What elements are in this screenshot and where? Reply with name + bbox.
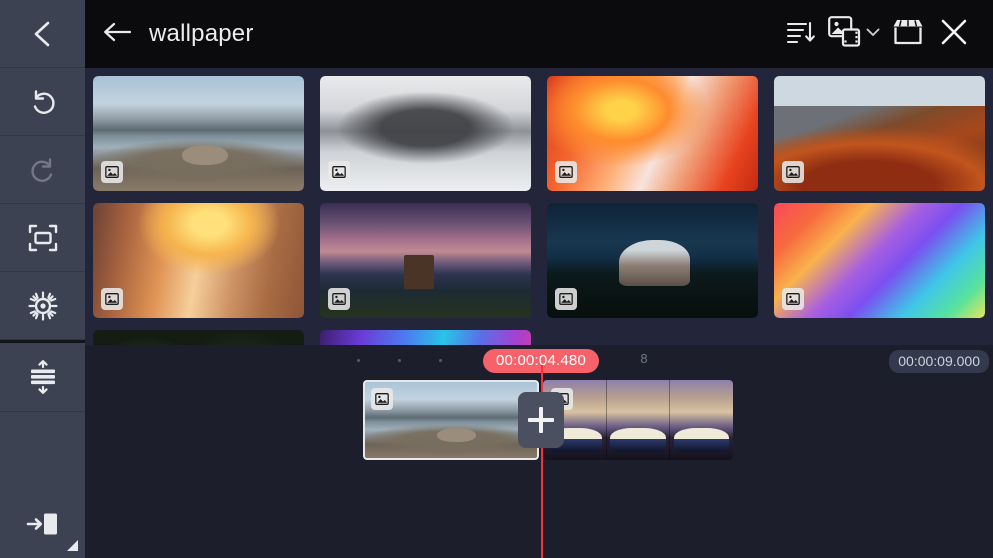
close-icon: [938, 16, 970, 53]
media-thumbnail: [547, 76, 758, 191]
main-column: wallpaper: [85, 0, 993, 558]
ruler-tick: [357, 359, 360, 362]
timeline-clip-mountain-lake[interactable]: [363, 380, 539, 460]
undo-icon: [27, 86, 59, 118]
media-half-dome[interactable]: [547, 203, 758, 318]
media-thumbnail: [93, 76, 304, 191]
fit-screen-icon: [27, 222, 59, 254]
media-gradient-blue[interactable]: [320, 330, 531, 345]
gear-icon: [27, 290, 59, 322]
store-icon: [891, 17, 925, 52]
media-thumbnail: [774, 203, 985, 318]
export-icon: [25, 509, 61, 539]
sidebar-item-fit-to-screen[interactable]: [0, 204, 85, 272]
image-icon: [328, 288, 350, 310]
arrow-left-icon: [102, 20, 132, 49]
resize-grip-icon[interactable]: [65, 538, 79, 552]
add-transition-button[interactable]: [518, 392, 564, 448]
image-icon: [555, 161, 577, 183]
timeline-panel[interactable]: 8 00:00:04.480 00:00:09.000: [85, 345, 993, 558]
image-icon: [371, 388, 393, 410]
image-icon: [782, 161, 804, 183]
sort-button[interactable]: [777, 11, 823, 57]
media-great-wall-autumn[interactable]: [774, 76, 985, 191]
left-toolbar: [0, 0, 85, 558]
media-dark-foliage[interactable]: [93, 330, 304, 345]
redo-icon: [27, 154, 59, 186]
sidebar-item-undo[interactable]: [0, 68, 85, 136]
image-icon: [782, 288, 804, 310]
image-icon: [328, 161, 350, 183]
sort-descending-icon: [785, 19, 815, 50]
image-video-icon: [827, 15, 863, 54]
media-great-wall-dusk[interactable]: [320, 203, 531, 318]
clip-frame: [670, 380, 733, 460]
media-gradient-spectrum[interactable]: [774, 203, 985, 318]
back-button[interactable]: [97, 14, 137, 54]
sidebar-item-redo[interactable]: [0, 136, 85, 204]
media-type-filter-button[interactable]: [823, 11, 885, 57]
sidebar-item-collapse-panel[interactable]: [0, 0, 85, 68]
total-duration-badge: 00:00:09.000: [889, 350, 989, 373]
media-thumbnail: [93, 203, 304, 318]
video-editor-window: wallpaper: [0, 0, 993, 558]
toolbar-spacer: [0, 412, 85, 490]
media-thumbnail: [93, 330, 304, 345]
ruler-tick: [439, 359, 442, 362]
media-thumbnail: [320, 76, 531, 191]
sidebar-item-split-track[interactable]: [0, 343, 85, 412]
ruler-tick: [398, 359, 401, 362]
sidebar-item-settings[interactable]: [0, 272, 85, 340]
close-button[interactable]: [931, 11, 977, 57]
chevron-down-icon: [865, 25, 881, 43]
media-picker-header: wallpaper: [85, 0, 993, 68]
image-icon: [101, 288, 123, 310]
timeline-track[interactable]: [85, 380, 993, 460]
media-foggy-peak[interactable]: [320, 76, 531, 191]
image-icon: [101, 161, 123, 183]
plus-icon: [528, 407, 554, 433]
media-thumbnail: [774, 76, 985, 191]
store-button[interactable]: [885, 11, 931, 57]
media-slot-canyon-gold[interactable]: [93, 203, 304, 318]
media-grid: [93, 76, 985, 345]
timeline-clip-car[interactable]: [543, 380, 733, 460]
split-vertical-icon: [27, 360, 59, 394]
media-gallery[interactable]: [85, 68, 993, 345]
chevron-left-icon: [29, 19, 57, 49]
page-title: wallpaper: [149, 20, 254, 48]
media-thumbnail: [547, 203, 758, 318]
media-mountain-lake[interactable]: [93, 76, 304, 191]
media-thumbnail: [320, 330, 531, 345]
media-slot-canyon-red[interactable]: [547, 76, 758, 191]
media-thumbnail: [320, 203, 531, 318]
image-icon: [555, 288, 577, 310]
timeline-ruler[interactable]: 8 00:00:04.480 00:00:09.000: [85, 345, 993, 377]
ruler-label: 8: [640, 351, 647, 366]
clip-frame: [607, 380, 671, 460]
